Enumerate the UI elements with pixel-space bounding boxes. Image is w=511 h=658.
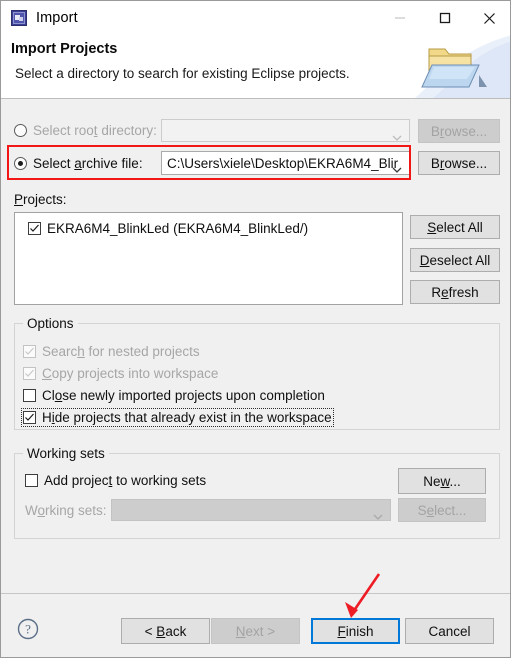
select-archive-file-radio[interactable]: Select archive file: — [14, 156, 143, 171]
chevron-down-icon[interactable] — [392, 161, 402, 174]
help-icon[interactable]: ? — [17, 618, 39, 640]
refresh-label: Refresh — [431, 284, 479, 300]
back-button[interactable]: < Back — [121, 618, 210, 644]
checkbox-indicator — [23, 367, 36, 380]
archive-browse-button[interactable]: Browse... — [418, 151, 500, 175]
dialog-header: Import Projects Select a directory to se… — [1, 35, 510, 98]
back-label: < Back — [144, 623, 187, 639]
archive-browse-label: Browse... — [430, 155, 488, 171]
next-label: Next > — [235, 623, 276, 639]
select-root-directory-radio[interactable]: Select root directory: — [14, 123, 157, 138]
archive-file-value: C:\Users\xiele\Desktop\EKRA6M4_Blir — [167, 155, 399, 171]
finish-label: Finish — [337, 623, 374, 639]
minimize-button[interactable] — [377, 1, 422, 35]
list-item[interactable]: EKRA6M4_BlinkLed (EKRA6M4_BlinkLed/) — [28, 221, 308, 236]
finish-button[interactable]: Finish — [311, 618, 400, 644]
checkbox-indicator[interactable] — [23, 411, 36, 424]
select-working-set-button[interactable]: Select... — [398, 498, 486, 522]
radio-indicator-root — [14, 124, 27, 137]
select-archive-file-label: Select archive file: — [33, 156, 143, 171]
refresh-button[interactable]: Refresh — [410, 280, 500, 304]
checkbox-label: Copy projects into workspace — [42, 366, 219, 381]
close-button[interactable] — [467, 1, 510, 35]
root-browse-button[interactable]: Browse... — [418, 119, 500, 143]
project-label: EKRA6M4_BlinkLed (EKRA6M4_BlinkLed/) — [47, 221, 309, 236]
root-directory-combo[interactable] — [161, 119, 410, 142]
checkbox-label: Search for nested projects — [42, 344, 200, 359]
hide-existing-projects-checkbox[interactable]: Hide projects that already exist in the … — [21, 408, 334, 427]
import-dialog: Import Import Projects Select a director… — [0, 0, 511, 658]
deselect-all-button[interactable]: Deselect All — [410, 248, 500, 272]
checkbox-indicator[interactable] — [25, 474, 38, 487]
page-title: Import Projects — [11, 41, 118, 57]
new-working-set-label: New... — [423, 473, 461, 489]
window-controls — [377, 1, 510, 35]
window-title: Import — [36, 10, 78, 26]
working-sets-group: Working sets — [14, 446, 500, 539]
import-folder-icon — [407, 35, 510, 98]
eclipse-import-icon — [11, 10, 27, 26]
new-working-set-button[interactable]: New... — [398, 468, 486, 494]
projects-label: Projects: — [14, 192, 67, 207]
select-all-label: Select All — [427, 219, 483, 235]
close-newly-imported-checkbox[interactable]: Close newly imported projects upon compl… — [23, 388, 325, 403]
select-root-directory-label: Select root directory: — [33, 123, 157, 138]
deselect-all-label: Deselect All — [419, 252, 491, 268]
working-sets-legend: Working sets — [23, 446, 109, 461]
archive-file-combo[interactable]: C:\Users\xiele\Desktop\EKRA6M4_Blir — [161, 151, 410, 175]
checkbox-label: Hide projects that already exist in the … — [42, 410, 332, 425]
working-sets-label: Working sets: — [25, 503, 107, 518]
svg-text:?: ? — [25, 622, 31, 637]
search-nested-projects-checkbox[interactable]: Search for nested projects — [23, 344, 200, 359]
maximize-button[interactable] — [422, 1, 467, 35]
chevron-down-icon — [373, 508, 383, 520]
working-sets-combo[interactable] — [111, 499, 391, 521]
checkbox-indicator[interactable] — [23, 389, 36, 402]
title-bar: Import — [1, 1, 510, 35]
checkbox-label: Close newly imported projects upon compl… — [42, 388, 325, 403]
chevron-down-icon — [392, 129, 402, 142]
select-all-button[interactable]: Select All — [410, 215, 500, 239]
checkbox-label: Add project to working sets — [44, 473, 207, 488]
add-project-to-working-sets-checkbox[interactable]: Add project to working sets — [25, 473, 206, 488]
options-legend: Options — [23, 316, 78, 331]
header-separator — [1, 98, 510, 99]
projects-listbox[interactable]: EKRA6M4_BlinkLed (EKRA6M4_BlinkLed/) — [14, 212, 403, 305]
select-working-set-label: Select... — [417, 502, 467, 518]
cancel-button[interactable]: Cancel — [405, 618, 494, 644]
cancel-label: Cancel — [428, 623, 471, 639]
copy-projects-into-workspace-checkbox[interactable]: Copy projects into workspace — [23, 366, 218, 381]
next-button[interactable]: Next > — [211, 618, 300, 644]
page-description: Select a directory to search for existin… — [15, 66, 350, 81]
radio-indicator-archive — [14, 157, 27, 170]
checkbox-indicator — [23, 345, 36, 358]
project-checkbox[interactable] — [28, 222, 41, 235]
root-browse-label: Browse... — [430, 123, 488, 139]
